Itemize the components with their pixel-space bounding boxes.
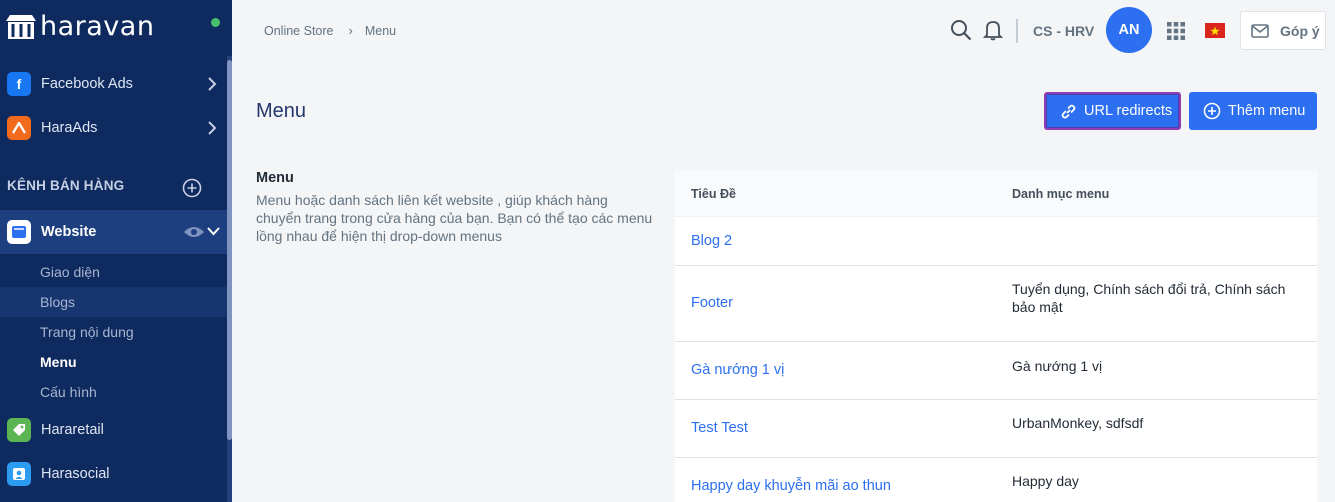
chevron-down-icon[interactable] xyxy=(207,227,220,236)
breadcrumb: Online Store › Menu xyxy=(264,23,396,38)
table-row: Happy day khuyễn mãi ao thun Happy day xyxy=(675,458,1317,502)
topbar-divider xyxy=(1016,19,1018,43)
chevron-right-icon xyxy=(208,121,217,135)
add-menu-label: Thêm menu xyxy=(1228,103,1306,119)
menu-items-cell: UrbanMonkey, sdfsdf xyxy=(1012,415,1144,431)
haravan-logo[interactable]: haravan xyxy=(4,8,154,44)
sidebar-item-label: Hararetail xyxy=(41,422,104,438)
section-title: Menu xyxy=(256,170,294,186)
table-header: Tiêu Đề Danh mục menu xyxy=(675,170,1317,217)
submenu-item-settings[interactable]: Cấu hình xyxy=(0,377,227,407)
sidebar-item-label: Facebook Ads xyxy=(41,76,133,92)
sidebar-item-harasocial[interactable]: Harasocial xyxy=(0,452,227,496)
sidebar-item-website[interactable]: Website xyxy=(0,210,227,254)
menu-title-link[interactable]: Gà nướng 1 vị xyxy=(691,362,784,378)
feedback-label: Góp ý xyxy=(1280,22,1320,39)
page-title: Menu xyxy=(256,100,307,122)
section-description: Menu hoặc danh sách liên kết website , g… xyxy=(256,192,653,244)
table-row: Blog 2 xyxy=(675,218,1317,266)
menu-items-cell: Happy day xyxy=(1012,473,1079,489)
breadcrumb-current: Menu xyxy=(364,23,397,38)
table-row: Test Test UrbanMonkey, sdfsdf xyxy=(675,400,1317,458)
sidebar-item-haraads[interactable]: HaraAds xyxy=(0,106,227,150)
online-status-dot xyxy=(211,18,220,27)
sidebar-scrollbar-thumb[interactable] xyxy=(227,60,232,440)
sidebar-item-label: HaraAds xyxy=(41,120,98,136)
submenu-item-menu[interactable]: Menu xyxy=(0,347,227,377)
search-icon[interactable] xyxy=(950,19,972,41)
website-submenu: Giao diện Blogs Trang nội dung Menu Cấu … xyxy=(0,257,227,407)
submenu-item-pages[interactable]: Trang nội dung xyxy=(0,317,227,347)
menu-items-cell: Gà nướng 1 vị xyxy=(1012,358,1103,374)
table-row: Gà nướng 1 vị Gà nướng 1 vị xyxy=(675,342,1317,400)
link-icon xyxy=(1061,104,1076,119)
submenu-item-theme[interactable]: Giao diện xyxy=(0,257,227,287)
feedback-button[interactable]: Góp ý xyxy=(1240,11,1326,50)
sales-channels-heading: KÊNH BÁN HÀNG xyxy=(7,178,125,193)
haravan-logo-icon xyxy=(6,15,36,39)
sidebar-item-label: Harasocial xyxy=(41,466,110,482)
menu-title-link[interactable]: Happy day khuyễn mãi ao thun xyxy=(691,478,891,494)
sidebar: haravan f Facebook Ads HaraAds KÊNH BÁN … xyxy=(0,0,232,502)
sidebar-item-hararetail[interactable]: Hararetail xyxy=(0,408,227,452)
add-channel-icon[interactable] xyxy=(182,178,202,198)
breadcrumb-online-store[interactable]: Online Store xyxy=(264,24,333,38)
add-menu-button[interactable]: Thêm menu xyxy=(1189,92,1317,130)
haraads-icon xyxy=(7,116,31,140)
menu-items-cell: Tuyển dụng, Chính sách đổi trả, Chính sá… xyxy=(1012,281,1286,315)
table-row: Footer Tuyển dụng, Chính sách đổi trả, C… xyxy=(675,266,1317,342)
store-name[interactable]: CS - HRV xyxy=(1033,23,1094,39)
eye-icon[interactable] xyxy=(183,225,205,239)
facebook-icon: f xyxy=(7,72,31,96)
top-actions: CS - HRV AN Góp ý xyxy=(940,0,1335,60)
menu-title-link[interactable]: Blog 2 xyxy=(691,233,732,249)
sidebar-item-facebook-ads[interactable]: f Facebook Ads xyxy=(0,62,227,106)
bell-icon[interactable] xyxy=(983,19,1003,41)
url-redirects-label: URL redirects xyxy=(1084,103,1173,119)
sidebar-item-label: Website xyxy=(41,224,97,240)
plus-circle-icon xyxy=(1203,102,1221,120)
social-icon xyxy=(7,462,31,486)
apps-grid-icon[interactable] xyxy=(1167,22,1185,40)
menu-title-link[interactable]: Footer xyxy=(691,295,733,311)
menu-title-link[interactable]: Test Test xyxy=(691,420,748,436)
user-avatar[interactable]: AN xyxy=(1106,7,1152,53)
submenu-item-blogs[interactable]: Blogs xyxy=(0,287,227,317)
chevron-right-icon xyxy=(208,77,217,91)
tag-icon xyxy=(7,418,31,442)
url-redirects-button[interactable]: URL redirects xyxy=(1044,92,1181,130)
mail-icon xyxy=(1251,23,1269,38)
brand-name: haravan xyxy=(40,10,155,42)
vietnam-flag-icon[interactable] xyxy=(1205,23,1225,38)
column-header-menu-items: Danh mục menu xyxy=(1012,187,1110,201)
store-icon xyxy=(7,220,31,244)
column-header-title: Tiêu Đề xyxy=(691,187,736,201)
menu-table: Tiêu Đề Danh mục menu Blog 2 Footer Tuyể… xyxy=(675,170,1317,502)
breadcrumb-separator-icon: › xyxy=(348,23,353,38)
